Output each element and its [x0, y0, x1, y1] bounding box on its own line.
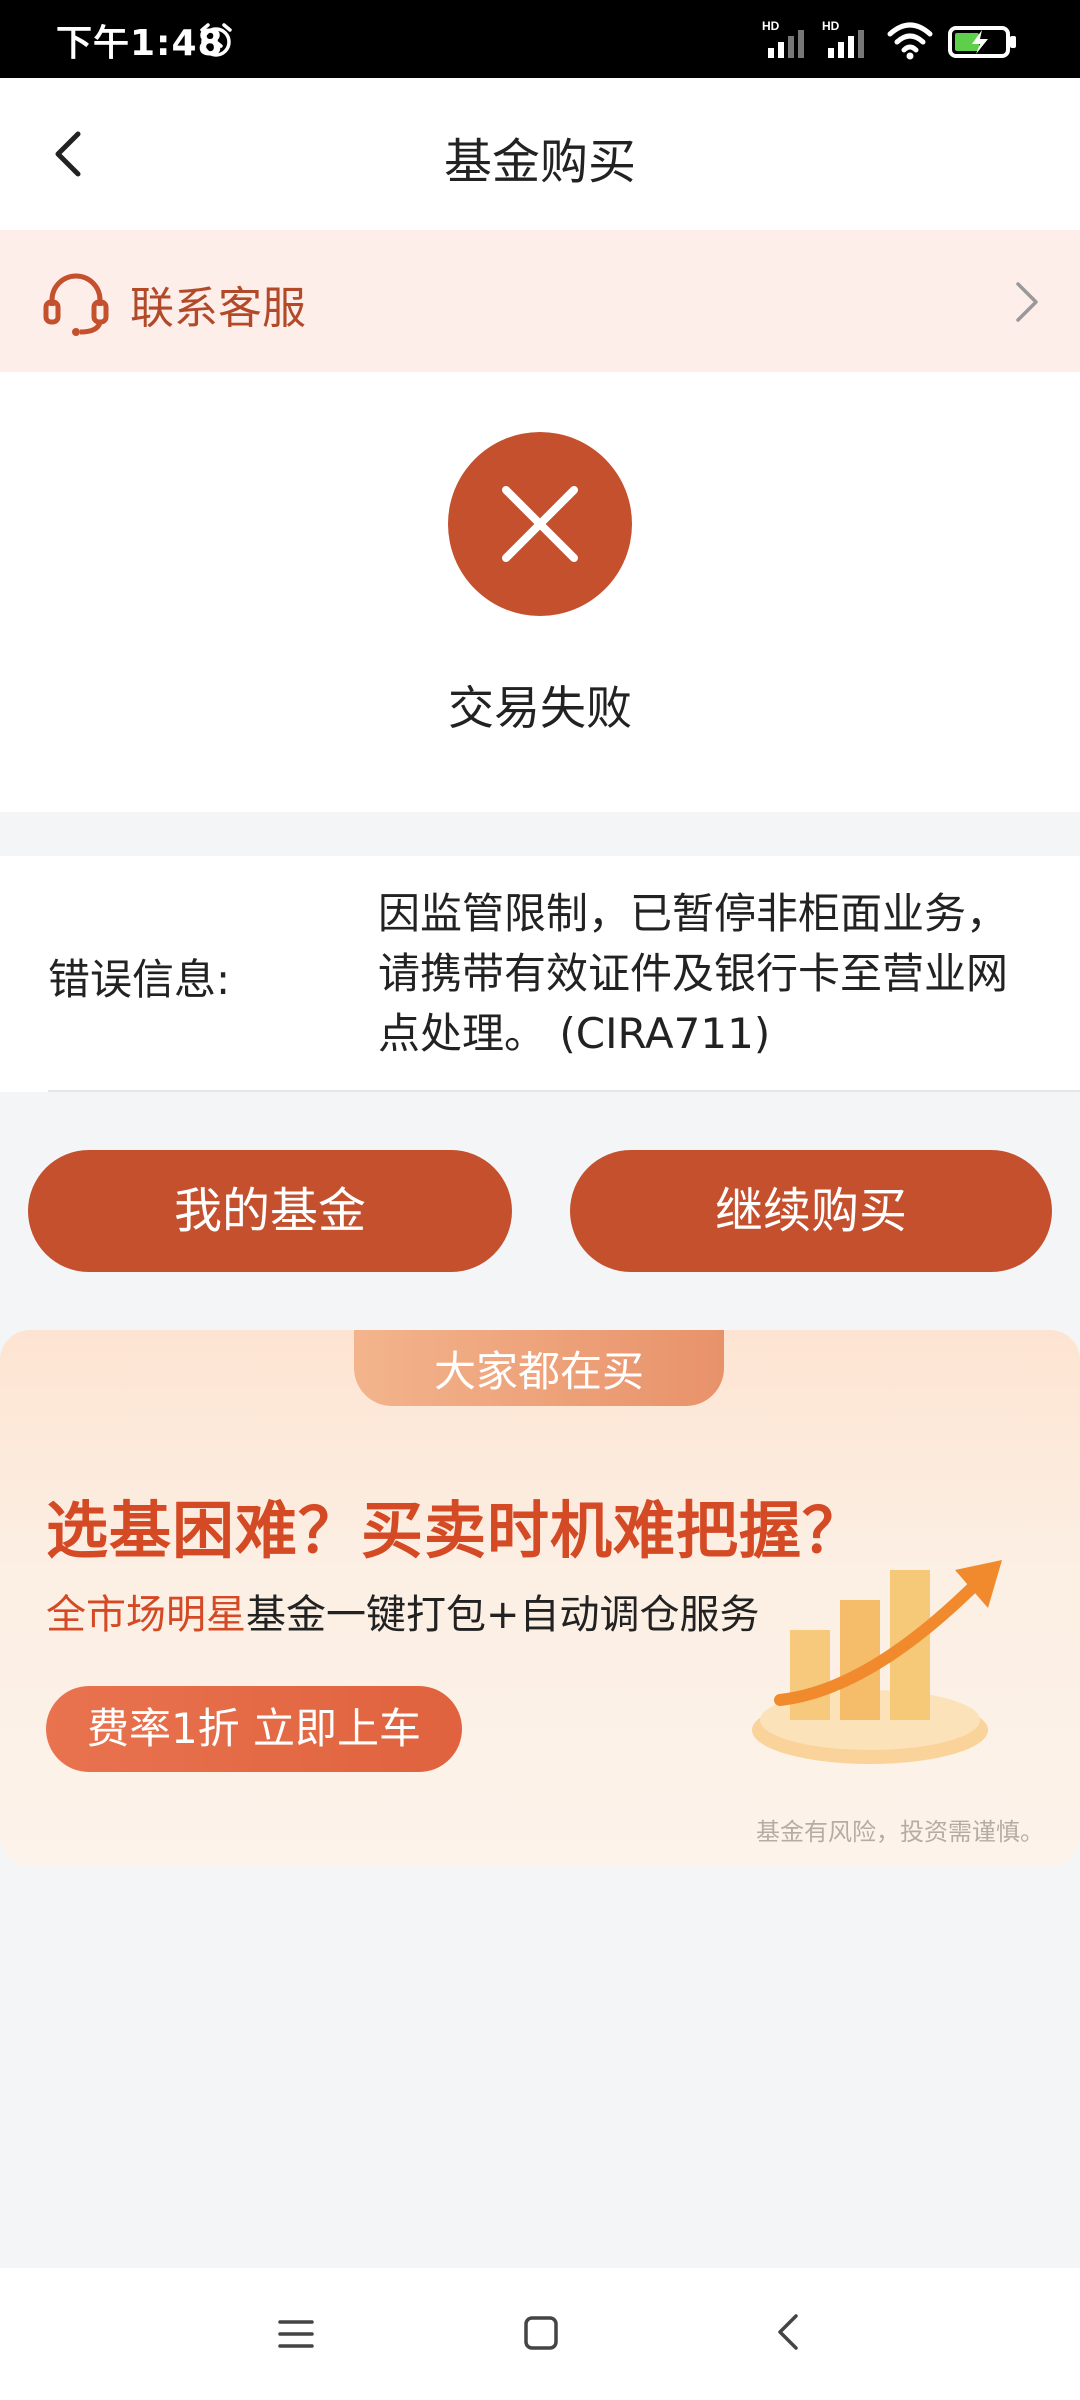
signal-hd-label: HD	[822, 19, 840, 33]
chevron-right-icon	[1016, 282, 1038, 322]
wifi-icon	[887, 22, 933, 60]
error-message: 因监管限制，已暂停非柜面业务，请携带有效证件及银行卡至营业网点处理。 (CIRA…	[378, 889, 1009, 1058]
error-label: 错误信息:	[48, 955, 231, 1004]
back-icon[interactable]	[774, 2312, 802, 2352]
contact-service-bar[interactable]: 联系客服	[0, 230, 1080, 372]
menu-icon[interactable]	[276, 2316, 316, 2352]
status-bar: 下午1:48 HD HD	[0, 0, 1080, 78]
close-icon	[502, 486, 578, 562]
banner-subline: 全市场明星基金一键打包+自动调仓服务	[46, 1582, 760, 1640]
banner-cta-button[interactable]: 费率1折 立即上车	[46, 1686, 462, 1772]
banner-sub-highlight: 全市场明星	[46, 1592, 246, 1638]
result-status-text: 交易失败	[448, 681, 632, 735]
growth-chart-illustration	[752, 1560, 1002, 1764]
error-info: 错误信息: 因监管限制，已暂停非柜面业务，请携带有效证件及银行卡至营业网点处理。…	[0, 856, 1080, 1092]
signal-icon: HD	[822, 19, 864, 58]
my-fund-button[interactable]: 我的基金	[28, 1150, 512, 1272]
system-nav-bar	[0, 2268, 1080, 2400]
alarm-icon	[200, 23, 232, 57]
result-section: 交易失败	[0, 372, 1080, 812]
nav-header: 基金购买	[0, 78, 1080, 230]
risk-disclaimer: 基金有风险，投资需谨慎。	[756, 1818, 1044, 1846]
banner-tag: 大家都在买	[354, 1330, 724, 1406]
battery-charging-icon	[948, 26, 1016, 58]
fail-status-badge	[448, 432, 632, 616]
continue-buy-button[interactable]: 继续购买	[570, 1150, 1052, 1272]
promo-banner[interactable]: 大家都在买 选基困难？买卖时机难把握？ 全市场明星基金一键打包+自动调仓服务 费…	[0, 1330, 1080, 1866]
contact-service-label: 联系客服	[130, 283, 306, 334]
divider	[48, 1090, 1080, 1092]
headset-icon	[43, 273, 109, 336]
home-icon[interactable]	[522, 2314, 560, 2352]
banner-tag-text: 大家都在买	[433, 1347, 644, 1396]
page-title: 基金购买	[443, 134, 636, 190]
banner-sub-rest: 基金一键打包+自动调仓服务	[246, 1592, 760, 1638]
signal-hd-label: HD	[762, 19, 780, 33]
signal-icon: HD	[762, 19, 804, 58]
